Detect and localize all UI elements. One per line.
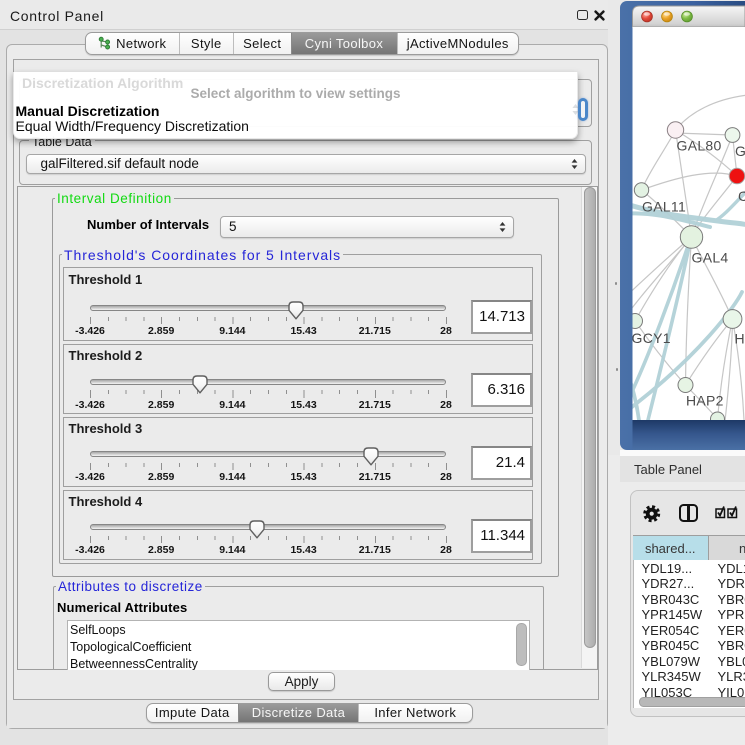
svg-text:H: H [735, 331, 745, 347]
svg-text:GAL80: GAL80 [677, 138, 722, 154]
svg-text:G.: G. [735, 143, 745, 159]
svg-text:GAL11: GAL11 [642, 199, 686, 215]
svg-text:HAP2: HAP2 [686, 393, 724, 409]
svg-text:GCY1: GCY1 [632, 330, 671, 346]
svg-text:GAL4: GAL4 [692, 250, 729, 266]
svg-text:C: C [738, 188, 745, 204]
